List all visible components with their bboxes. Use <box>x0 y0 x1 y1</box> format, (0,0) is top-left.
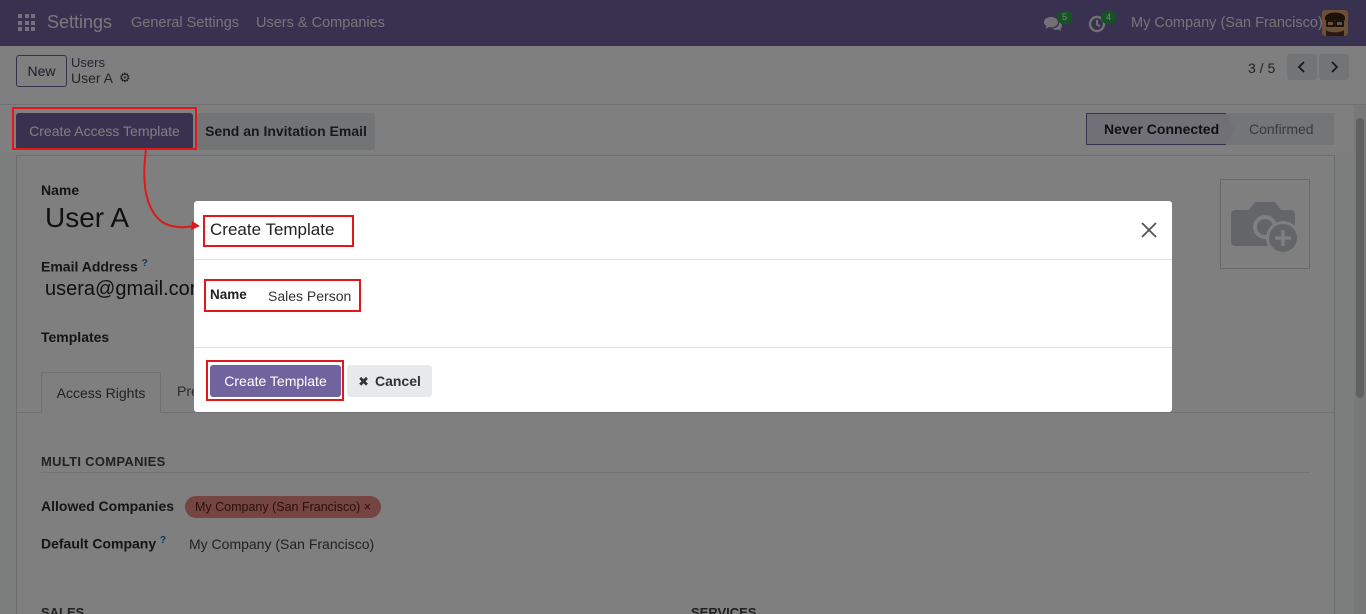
annotation-arrow <box>143 150 200 230</box>
highlight-create-access-template <box>12 107 197 150</box>
close-icon: ✖ <box>358 374 369 389</box>
close-icon[interactable] <box>1139 220 1159 240</box>
highlight-dialog-title <box>203 215 354 247</box>
cancel-button[interactable]: ✖ Cancel <box>347 365 432 397</box>
highlight-name-field <box>204 279 361 312</box>
highlight-create-button <box>206 360 344 401</box>
